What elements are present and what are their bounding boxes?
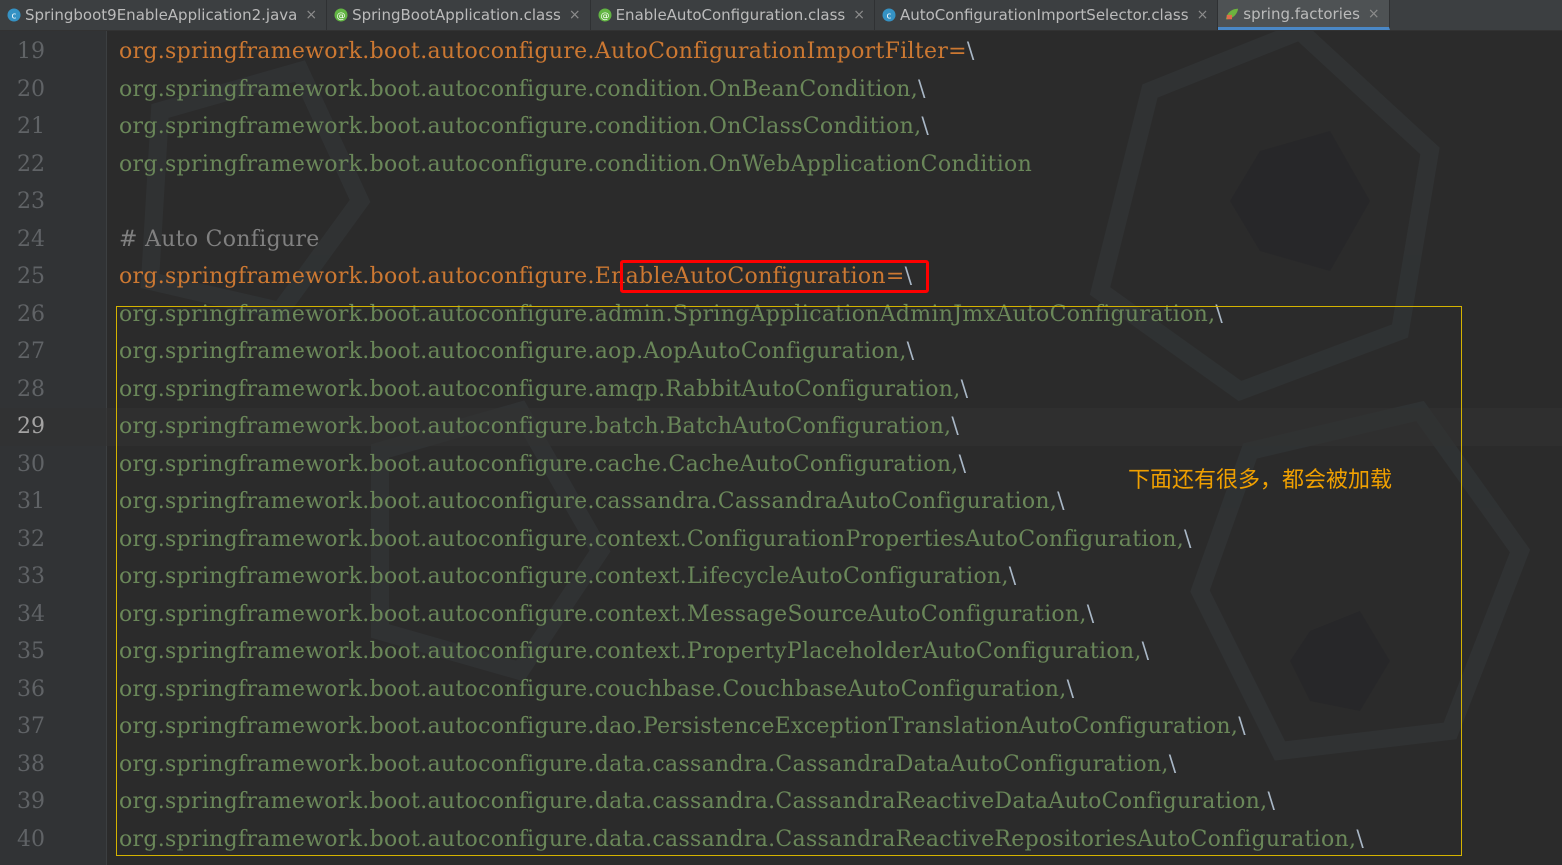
tab-2[interactable]: @ EnableAutoConfiguration.class × — [591, 0, 875, 30]
comment-text: # Auto Configure — [119, 226, 320, 252]
line-number: 35 — [17, 639, 45, 665]
tab-4[interactable]: spring.factories × — [1218, 0, 1390, 30]
property-value: org.springframework.boot.autoconfigure.c… — [119, 76, 919, 102]
close-icon[interactable]: × — [1197, 7, 1209, 23]
line-continuation: \ — [918, 76, 926, 102]
close-icon[interactable]: × — [305, 7, 317, 23]
code-line[interactable]: 21 org.springframework.boot.autoconfigure… — [0, 108, 1562, 146]
line-number: 37 — [17, 714, 45, 740]
line-number: 32 — [17, 526, 45, 552]
property-value: org.springframework.boot.autoconfigure.c… — [119, 114, 922, 140]
line-number: 29 — [17, 414, 45, 440]
property-key: org.springframework.boot.autoconfigure.A… — [119, 39, 967, 65]
svg-text:@: @ — [337, 12, 346, 22]
code-text: org.springframework.boot.autoconfigure.c… — [119, 152, 1032, 177]
line-number: 30 — [17, 451, 45, 477]
tab-1[interactable]: @ SpringBootApplication.class × — [327, 0, 591, 30]
svg-text:c: c — [12, 12, 17, 22]
spring-leaf-icon — [1225, 7, 1239, 21]
annotation-note: 下面还有很多，都会被加载 — [1128, 468, 1393, 493]
tab-0[interactable]: c Springboot9EnableApplication2.java × — [0, 0, 328, 30]
line-number: 39 — [17, 789, 45, 815]
property-value: org.springframework.boot.autoconfigure.c… — [119, 151, 1033, 177]
line-continuation: \ — [966, 39, 975, 65]
close-icon[interactable]: × — [569, 7, 581, 23]
line-number: 40 — [17, 826, 45, 852]
line-number: 20 — [17, 76, 45, 102]
line-number: 36 — [17, 676, 45, 702]
line-number: 38 — [17, 751, 45, 777]
code-text: org.springframework.boot.autoconfigure.c… — [119, 77, 926, 102]
svg-text:@: @ — [600, 12, 609, 22]
svg-text:c: c — [886, 12, 891, 22]
code-line[interactable]: 20 org.springframework.boot.autoconfigure… — [0, 71, 1562, 109]
close-icon[interactable]: × — [853, 7, 865, 23]
line-number: 34 — [17, 601, 45, 627]
code-text: org.springframework.boot.autoconfigure.c… — [119, 114, 929, 139]
close-icon[interactable]: × — [1368, 6, 1380, 22]
enable-auto-configuration-highlight — [620, 260, 929, 293]
code-line[interactable]: 22 org.springframework.boot.autoconfigure… — [0, 146, 1562, 184]
tab-3[interactable]: c AutoConfigurationImportSelector.class × — [875, 0, 1219, 30]
auto-config-list-highlight — [116, 306, 1462, 856]
tab-label: SpringBootApplication.class — [352, 6, 561, 24]
code-line[interactable]: 19 org.springframework.boot.autoconfigure… — [0, 33, 1562, 71]
tab-label: EnableAutoConfiguration.class — [615, 6, 846, 24]
editor-tab-bar: c Springboot9EnableApplication2.java × @ Spr… — [0, 0, 1562, 31]
code-line[interactable]: 23 — [0, 183, 1562, 221]
line-number: 25 — [17, 264, 45, 290]
line-number: 31 — [17, 489, 45, 515]
line-number: 23 — [17, 189, 45, 215]
line-continuation: \ — [921, 114, 930, 140]
line-number: 21 — [17, 114, 45, 140]
class-icon: c — [882, 8, 896, 22]
code-text: # Auto Configure — [119, 227, 320, 252]
tab-label: Springboot9EnableApplication2.java — [25, 6, 298, 24]
code-line[interactable]: 24 # Auto Configure — [0, 221, 1562, 259]
line-number: 27 — [17, 339, 45, 365]
annotation-class-icon: @ — [334, 8, 348, 22]
code-text: org.springframework.boot.autoconfigure.A… — [119, 39, 975, 64]
line-number: 22 — [17, 151, 45, 177]
line-number: 24 — [17, 226, 45, 252]
annotation-class-icon: @ — [598, 8, 612, 22]
line-number: 28 — [17, 376, 45, 402]
line-number: 33 — [17, 564, 45, 590]
line-number: 26 — [17, 301, 45, 327]
line-number: 19 — [17, 39, 45, 65]
code-editor[interactable]: 19 org.springframework.boot.autoconfigure… — [0, 31, 1562, 865]
tab-label: spring.factories — [1243, 4, 1360, 23]
java-class-icon: c — [7, 8, 21, 22]
tab-label: AutoConfigurationImportSelector.class — [899, 6, 1189, 24]
